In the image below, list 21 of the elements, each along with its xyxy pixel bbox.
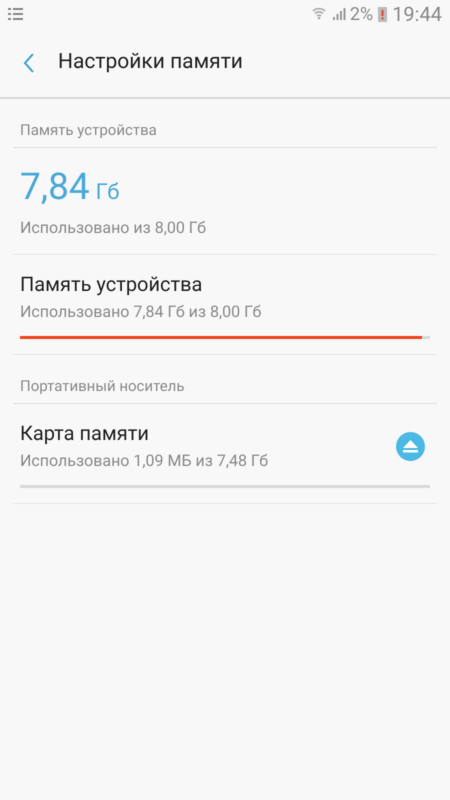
wifi-icon bbox=[312, 6, 326, 22]
storage-title: Память устройства bbox=[20, 271, 204, 297]
clock: 19:44 bbox=[392, 1, 442, 28]
signal-icon bbox=[332, 7, 346, 21]
battery-percent: 2% bbox=[350, 2, 374, 26]
screen-title: Настройки памяти bbox=[58, 48, 243, 76]
usage-caption: Использовано из 8,00 Гб bbox=[20, 217, 208, 239]
section-header: Память устройства bbox=[20, 120, 157, 140]
used-unit: Гб bbox=[96, 179, 120, 207]
back-icon bbox=[23, 52, 35, 74]
storage-usage: Использовано 1,09 МБ из 7,48 Гб bbox=[20, 450, 270, 472]
battery-icon bbox=[378, 6, 388, 22]
section-header: Портативный носитель bbox=[20, 376, 184, 396]
storage-item[interactable]: Карта памяти Использовано 1,09 МБ из 7,48 Гб bbox=[13, 404, 437, 504]
used-amount: 7,84 bbox=[20, 166, 90, 210]
storage-usage: Использовано 7,84 Гб из 8,00 Гб bbox=[20, 301, 262, 323]
storage-title: Карта памяти bbox=[20, 420, 150, 446]
storage-item[interactable]: Память устройства Использовано 7,84 Гб из 8,00 Гб bbox=[13, 255, 437, 355]
eject-button[interactable] bbox=[396, 432, 425, 461]
eject-icon bbox=[403, 440, 418, 453]
notifications-icon bbox=[8, 7, 24, 21]
